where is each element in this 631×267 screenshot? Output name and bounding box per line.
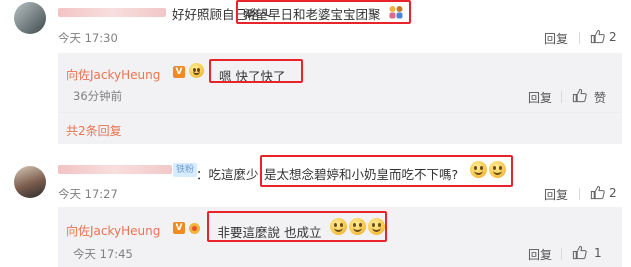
highlight-box <box>207 211 387 242</box>
avatar[interactable] <box>14 166 46 198</box>
thumbs-up-icon[interactable] <box>572 88 587 103</box>
reply-button[interactable]: 回复 <box>528 246 552 263</box>
reply-button[interactable]: 回复 <box>544 30 568 47</box>
blurred-username[interactable] <box>58 8 166 17</box>
reply-username[interactable]: 向佐JackyHeung <box>66 222 160 239</box>
like-count: 2 <box>609 30 617 44</box>
highlight-box <box>236 0 411 24</box>
highlight-box <box>260 155 513 187</box>
action-divider <box>579 188 580 200</box>
thumbs-up-icon[interactable] <box>590 185 605 200</box>
vip-icon <box>189 223 200 234</box>
like-label[interactable]: 赞 <box>594 89 606 106</box>
comment-time: 今天 17:30 <box>58 31 118 45</box>
comment-text: ：吃這麼少 <box>196 167 259 182</box>
verified-v-icon: V <box>173 66 185 78</box>
thumbs-up-icon[interactable] <box>590 29 605 44</box>
reply-time: 今天 17:45 <box>73 247 133 261</box>
blurred-username[interactable] <box>58 165 172 174</box>
reply-button[interactable]: 回复 <box>544 186 568 203</box>
thumbs-up-icon[interactable] <box>572 245 587 260</box>
more-replies-link[interactable]: 共2条回复 <box>66 122 122 139</box>
fan-badge: 铁粉 <box>173 163 198 177</box>
reply-button[interactable]: 回复 <box>528 89 552 106</box>
action-divider <box>561 248 562 260</box>
reply-username[interactable]: 向佐JackyHeung <box>66 66 160 83</box>
action-divider <box>561 91 562 103</box>
comment-time: 今天 17:27 <box>58 187 118 201</box>
like-count: 1 <box>594 246 602 260</box>
action-divider <box>579 32 580 44</box>
avatar[interactable] <box>14 2 46 34</box>
verified-v-icon: V <box>173 222 185 234</box>
emoji-icon <box>189 63 204 78</box>
reply-divider <box>58 112 622 113</box>
like-count: 2 <box>609 186 617 200</box>
reply-time: 36分钟前 <box>73 89 123 103</box>
highlight-box <box>209 59 303 83</box>
